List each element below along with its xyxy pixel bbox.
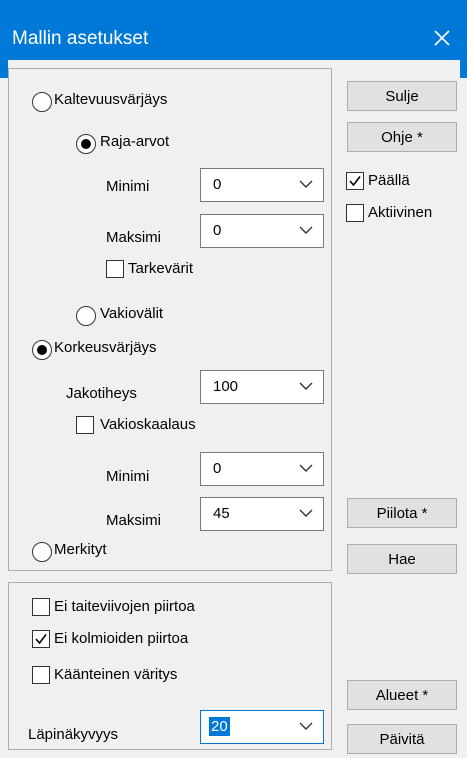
slope-shading-radio[interactable] <box>32 92 52 112</box>
inverse-colors-checkbox[interactable] <box>32 666 50 684</box>
dialog-body: Kaltevuusvärjäys Raja-arvot Minimi 0 Mak… <box>8 60 460 754</box>
precise-colors-checkbox[interactable] <box>106 260 124 278</box>
marked-radio[interactable] <box>32 542 52 562</box>
no-triangles-label: Ei kolmioiden piirtoa <box>54 630 189 647</box>
slope-min-label: Minimi <box>106 178 150 195</box>
slope-max-select[interactable]: 0 <box>200 214 324 248</box>
constant-intervals-label: Vakiovälit <box>100 305 164 322</box>
slope-max-value: 0 <box>213 222 222 239</box>
limit-values-label: Raja-arvot <box>100 133 170 150</box>
close-button[interactable]: Sulje <box>347 81 457 111</box>
chevron-down-icon <box>299 382 313 390</box>
height-min-value: 0 <box>213 460 222 477</box>
slope-max-label: Maksimi <box>106 229 161 246</box>
close-window-button[interactable] <box>417 18 467 58</box>
chevron-down-icon <box>299 464 313 472</box>
height-min-label: Minimi <box>106 468 150 485</box>
no-breaklines-label: Ei taiteviivojen piirtoa <box>54 598 195 615</box>
update-button[interactable]: Päivitä <box>347 724 457 754</box>
height-shading-radio[interactable] <box>32 340 52 360</box>
interval-select[interactable]: 100 <box>200 370 324 404</box>
constant-scale-checkbox[interactable] <box>76 416 94 434</box>
on-label: Päällä <box>368 172 410 189</box>
height-max-select[interactable]: 45 <box>200 497 324 531</box>
transparency-select[interactable]: 20 <box>200 710 324 744</box>
window-title: Mallin asetukset <box>12 28 149 49</box>
slope-min-value: 0 <box>213 176 222 193</box>
height-max-label: Maksimi <box>106 512 161 529</box>
constant-scale-label: Vakioskaalaus <box>100 416 196 433</box>
checkmark-icon <box>35 634 47 645</box>
slope-min-select[interactable]: 0 <box>200 168 324 202</box>
no-triangles-checkbox[interactable] <box>32 630 50 648</box>
active-label: Aktiivinen <box>368 204 433 221</box>
marked-label: Merkityt <box>54 541 107 558</box>
interval-label: Jakotiheys <box>66 385 137 402</box>
no-breaklines-checkbox[interactable] <box>32 598 50 616</box>
height-shading-label: Korkeusvärjäys <box>54 339 157 356</box>
hide-button[interactable]: Piilota * <box>347 498 457 528</box>
limit-values-radio[interactable] <box>76 134 96 154</box>
transparency-value: 20 <box>209 717 230 736</box>
precise-colors-label: Tarkevärit <box>128 260 194 277</box>
chevron-down-icon <box>299 226 313 234</box>
transparency-label: Läpinäkyvyys <box>28 726 119 743</box>
active-checkbox[interactable] <box>346 204 364 222</box>
interval-value: 100 <box>213 378 239 395</box>
close-icon <box>434 30 450 46</box>
shading-group <box>8 68 332 571</box>
chevron-down-icon <box>299 509 313 517</box>
on-checkbox[interactable] <box>346 172 364 190</box>
chevron-down-icon <box>299 180 313 188</box>
constant-intervals-radio[interactable] <box>76 306 96 326</box>
height-max-value: 45 <box>213 505 230 522</box>
height-min-select[interactable]: 0 <box>200 452 324 486</box>
slope-shading-label: Kaltevuusvärjäys <box>54 91 168 108</box>
checkmark-icon <box>349 176 361 187</box>
inverse-colors-label: Käänteinen väritys <box>54 666 178 683</box>
areas-button[interactable]: Alueet * <box>347 680 457 710</box>
help-button[interactable]: Ohje * <box>347 122 457 152</box>
fetch-button[interactable]: Hae <box>347 544 457 574</box>
chevron-down-icon <box>299 722 313 730</box>
